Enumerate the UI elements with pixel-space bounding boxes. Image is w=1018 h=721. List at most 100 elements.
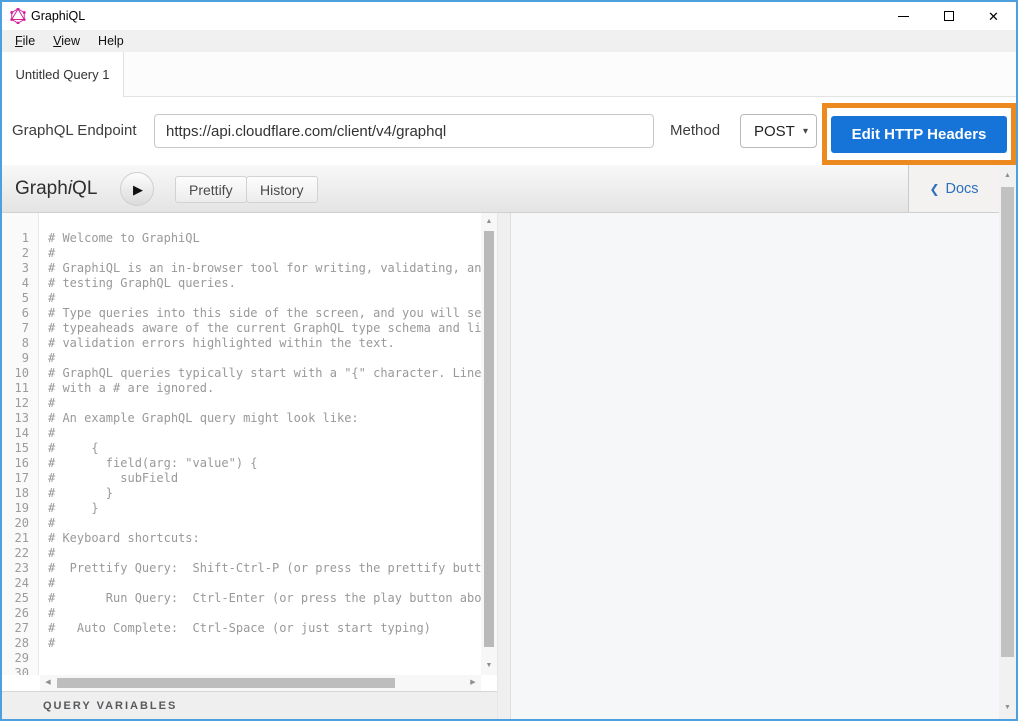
line-number: 8 [2,336,38,351]
editor-scroll-right-icon[interactable]: ▶ [467,675,479,691]
editor-vertical-scrollbar[interactable]: ▲ ▼ [481,213,497,675]
scroll-down-icon[interactable]: ▼ [999,701,1016,715]
line-number: 15 [2,441,38,456]
scroll-up-icon[interactable]: ▲ [999,169,1016,183]
logo-part: QL [72,178,97,199]
app-scrollbar-thumb[interactable] [1001,187,1014,657]
line-number: 25 [2,591,38,606]
code-line: # [48,246,481,261]
query-variables-title: QUERY VARIABLES [43,700,177,712]
line-number: 4 [2,276,38,291]
editor-scroll-up-icon[interactable]: ▲ [481,215,497,229]
code-line: # [48,396,481,411]
line-number: 10 [2,366,38,381]
code-line: # field(arg: "value") { [48,456,481,471]
editor-scroll-down-icon[interactable]: ▼ [481,659,497,673]
app-window: GraphiQL ✕ File View Help Untitled Query… [0,0,1018,721]
line-number: 21 [2,531,38,546]
code-line [48,666,481,675]
code-line: # An example GraphQL query might look li… [48,411,481,426]
maximize-button[interactable] [926,2,971,30]
method-value: POST [741,123,803,140]
code-line: # [48,636,481,651]
headers-highlight-annotation: Edit HTTP Headers [822,103,1016,165]
line-number: 26 [2,606,38,621]
editor-code[interactable]: # Welcome to GraphiQL## GraphiQL is an i… [40,213,481,675]
code-line: # } [48,486,481,501]
logo-part: Graph [15,178,68,199]
chevron-left-icon: ❮ [929,182,939,196]
graphiql-toolbar: GraphiQL ▶ Prettify History [2,165,908,213]
line-number: 22 [2,546,38,561]
line-number: 18 [2,486,38,501]
menu-item-file[interactable]: File [9,32,41,50]
code-line: # GraphQL queries typically start with a… [48,366,481,381]
code-line: # [48,291,481,306]
line-number: 11 [2,381,38,396]
line-number: 12 [2,396,38,411]
code-line: # Type queries into this side of the scr… [48,306,481,321]
method-select[interactable]: POST ▾ [740,114,817,148]
editor-vscrollbar-thumb[interactable] [484,231,494,647]
code-line: # Keyboard shortcuts: [48,531,481,546]
play-icon: ▶ [133,183,143,196]
code-line: # { [48,441,481,456]
history-button[interactable]: History [246,176,318,203]
code-line: # testing GraphQL queries. [48,276,481,291]
pane-divider[interactable] [497,213,511,719]
minimize-button[interactable] [881,2,926,30]
execute-query-button[interactable]: ▶ [120,172,154,206]
code-line: # [48,426,481,441]
editor-horizontal-scrollbar[interactable]: ◀ ▶ [40,675,481,691]
menu-item-help[interactable]: Help [92,32,130,50]
method-label: Method [670,97,720,165]
endpoint-label: GraphQL Endpoint [12,97,137,165]
menu-item-view[interactable]: View [47,32,86,50]
editor-gutter: 1234567891011121314151617181920212223242… [2,213,39,675]
line-number: 14 [2,426,38,441]
line-number: 9 [2,351,38,366]
line-number: 20 [2,516,38,531]
editor-scroll-left-icon[interactable]: ◀ [42,675,54,691]
docs-toggle[interactable]: ❮ Docs [908,165,999,213]
code-line: # subField [48,471,481,486]
code-line: # [48,546,481,561]
line-number: 1 [2,231,38,246]
close-button[interactable]: ✕ [971,2,1016,30]
line-number: 24 [2,576,38,591]
query-variables-bar[interactable]: QUERY VARIABLES [2,691,497,719]
tab-strip: Untitled Query 1 [2,52,1016,97]
line-number: 5 [2,291,38,306]
code-line: # typeaheads aware of the current GraphQ… [48,321,481,336]
code-line: # Run Query: Ctrl-Enter (or press the pl… [48,591,481,606]
editor-hscrollbar-thumb[interactable] [57,678,395,688]
endpoint-input[interactable] [154,114,654,148]
code-line: # GraphiQL is an in-browser tool for wri… [48,261,481,276]
app-vertical-scrollbar[interactable]: ▲ ▼ [999,165,1016,719]
line-number: 13 [2,411,38,426]
caret-down-icon: ▾ [803,126,816,137]
title-bar: GraphiQL ✕ [2,2,1016,30]
prettify-button[interactable]: Prettify [175,176,247,203]
code-line: # } [48,501,481,516]
code-line: # [48,351,481,366]
code-line: # [48,606,481,621]
code-line: # with a # are ignored. [48,381,481,396]
code-line: # Welcome to GraphiQL [48,231,481,246]
close-icon: ✕ [988,10,999,23]
code-line: # [48,576,481,591]
line-number: 23 [2,561,38,576]
window-title: GraphiQL [31,2,85,30]
tab-untitled-query[interactable]: Untitled Query 1 [2,52,124,97]
code-line: # Auto Complete: Ctrl-Space (or just sta… [48,621,481,636]
menu-bar: File View Help [2,30,1016,52]
line-number: 6 [2,306,38,321]
graphiql-logo: GraphiQL [15,165,97,213]
line-number: 16 [2,456,38,471]
line-number: 3 [2,261,38,276]
line-number: 30 [2,666,38,675]
edit-http-headers-button[interactable]: Edit HTTP Headers [831,116,1007,153]
minimize-icon [898,16,909,17]
line-number: 17 [2,471,38,486]
code-line [48,651,481,666]
